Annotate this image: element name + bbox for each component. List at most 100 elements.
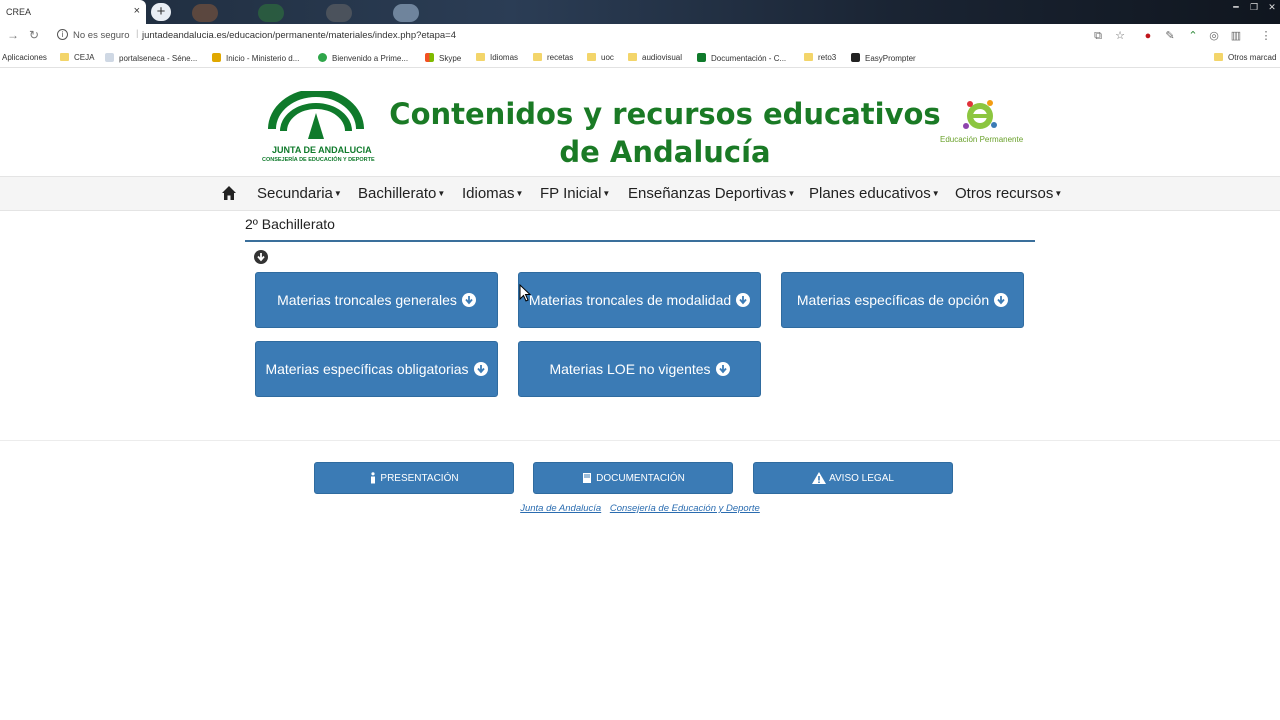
nav-item-planes-educativos[interactable]: Planes educativos▼ <box>809 185 940 202</box>
junta-icon <box>697 53 706 62</box>
footer-divider <box>0 440 1280 441</box>
tab-thumbnail-icon <box>393 4 419 22</box>
logo-line1: JUNTA DE ANDALUCIA <box>272 145 372 155</box>
bookmark-star-icon[interactable]: ☆ <box>1114 30 1126 42</box>
nav-item-secundaria[interactable]: Secundaria▼ <box>257 185 342 202</box>
title-underline <box>245 240 1035 242</box>
documentacion-button[interactable]: DOCUMENTACIÓN <box>533 462 733 494</box>
separator: | <box>136 28 139 39</box>
tab-title: CREA <box>6 7 32 17</box>
footer-links: Junta de Andalucía Consejería de Educaci… <box>0 503 1280 514</box>
materias-troncales-modalidad-button[interactable]: Materias troncales de modalidad <box>518 272 761 328</box>
bookmark-item[interactable]: Otros marcad <box>1214 53 1276 62</box>
arrow-down-circle-icon <box>994 293 1009 307</box>
folder-icon <box>60 53 69 61</box>
folder-icon <box>1214 53 1223 61</box>
arrow-down-circle-icon <box>473 362 488 376</box>
page-icon <box>105 53 114 62</box>
warning-icon <box>812 472 827 484</box>
extension-icon[interactable]: ⌃ <box>1187 30 1199 42</box>
tab-close-icon[interactable]: × <box>134 5 140 17</box>
book-icon <box>583 473 592 483</box>
site-header: JUNTA DE ANDALUCIA CONSEJERÍA DE EDUCACI… <box>0 69 1280 177</box>
home-icon[interactable] <box>221 185 237 201</box>
bookmark-item[interactable]: portalseneca - Séne... <box>105 53 197 63</box>
info-icon <box>371 472 376 484</box>
ministry-icon <box>212 53 221 62</box>
junta-andalucia-link[interactable]: Junta de Andalucía <box>520 503 601 514</box>
bookmark-item[interactable]: Skype <box>425 53 461 63</box>
caret-down-icon: ▼ <box>515 189 524 198</box>
logo-line2: CONSEJERÍA DE EDUCACIÓN Y DEPORTE <box>262 157 375 163</box>
tab-thumbnail-icon <box>192 4 218 22</box>
new-tab-button[interactable]: + <box>151 3 171 21</box>
translate-icon[interactable]: ⧉ <box>1092 30 1104 42</box>
main-navbar: Secundaria▼ Bachillerato▼ Idiomas▼ FP In… <box>0 176 1280 211</box>
windows-icon <box>425 53 434 62</box>
materias-especificas-opcion-button[interactable]: Materias específicas de opción <box>781 272 1024 328</box>
presentacion-button[interactable]: PRESENTACIÓN <box>314 462 514 494</box>
nav-item-fp-inicial[interactable]: FP Inicial▼ <box>540 185 610 202</box>
bookmark-item[interactable]: Aplicaciones <box>2 53 47 62</box>
site-title-line2: de Andalucía <box>559 135 771 169</box>
folder-icon <box>476 53 485 61</box>
site-title: Contenidos y recursos educativos de Anda… <box>380 95 950 171</box>
bookmark-item[interactable]: EasyPrompter <box>851 53 916 63</box>
arrow-down-circle-icon[interactable] <box>254 250 268 264</box>
bookmark-item[interactable]: reto3 <box>804 53 836 62</box>
close-window-icon[interactable]: ✕ <box>1264 2 1280 12</box>
menu-icon[interactable]: ⋮ <box>1260 30 1272 42</box>
arrow-down-circle-icon <box>461 293 476 307</box>
security-label[interactable]: No es seguro <box>73 30 130 41</box>
bookmark-item[interactable]: Documentación - C... <box>697 53 786 63</box>
arrow-down-circle-icon <box>715 362 730 376</box>
materias-loe-no-vigentes-button[interactable]: Materias LOE no vigentes <box>518 341 761 397</box>
bookmarks-bar: Aplicaciones CEJA portalseneca - Séne...… <box>0 48 1280 68</box>
caret-down-icon: ▼ <box>931 189 940 198</box>
browser-tab[interactable]: CREA × <box>0 0 146 24</box>
bookmark-item[interactable]: uoc <box>587 53 614 62</box>
materias-troncales-generales-button[interactable]: Materias troncales generales <box>255 272 498 328</box>
bookmark-item[interactable]: recetas <box>533 53 573 62</box>
tab-thumbnail-icon <box>326 4 352 22</box>
prime-icon <box>318 53 327 62</box>
eyedropper-icon[interactable]: ✎ <box>1164 30 1176 42</box>
caret-down-icon: ▼ <box>1054 189 1063 198</box>
ep-logo-text: Educación Permanente <box>940 135 1024 144</box>
reload-icon[interactable]: ↻ <box>29 28 39 42</box>
nav-item-idiomas[interactable]: Idiomas▼ <box>462 185 523 202</box>
extension-icon[interactable]: ▥ <box>1230 30 1242 42</box>
folder-icon <box>804 53 813 61</box>
tab-thumbnail-icon <box>258 4 284 22</box>
forward-icon[interactable]: → <box>7 28 19 42</box>
bookmark-item[interactable]: CEJA <box>60 53 94 62</box>
address-bar[interactable]: i No es seguro | juntadeandalucia.es/edu… <box>52 26 1132 46</box>
bookmark-item[interactable]: Inicio - Ministerio d... <box>212 53 299 63</box>
info-icon[interactable]: i <box>57 29 68 40</box>
browser-toolbar: → ↻ i No es seguro | juntadeandalucia.es… <box>0 24 1280 48</box>
bookmark-item[interactable]: Bienvenido a Prime... <box>318 53 408 63</box>
aviso-legal-button[interactable]: AVISO LEGAL <box>753 462 953 494</box>
caret-down-icon: ▼ <box>602 189 611 198</box>
materias-especificas-obligatorias-button[interactable]: Materias específicas obligatorias <box>255 341 498 397</box>
site-title-line1: Contenidos y recursos educativos <box>389 97 941 131</box>
nav-item-ensenanzas-deportivas[interactable]: Enseñanzas Deportivas▼ <box>628 185 795 202</box>
restore-icon[interactable]: ❐ <box>1246 2 1262 12</box>
page-title: 2º Bachillerato <box>245 216 335 232</box>
folder-icon <box>587 53 596 61</box>
mouse-cursor-icon <box>519 284 531 302</box>
caret-down-icon: ▼ <box>333 189 342 198</box>
browser-tabstrip: CREA × + ━ ❐ ✕ <box>0 0 1280 24</box>
extension-icon[interactable]: ◎ <box>1208 30 1220 42</box>
prompter-icon <box>851 53 860 62</box>
url-text[interactable]: juntadeandalucia.es/educacion/permanente… <box>142 30 456 41</box>
bookmark-item[interactable]: Idiomas <box>476 53 518 62</box>
nav-item-bachillerato[interactable]: Bachillerato▼ <box>358 185 445 202</box>
bookmark-item[interactable]: audiovisual <box>628 53 682 62</box>
opera-icon[interactable]: ● <box>1142 30 1154 42</box>
caret-down-icon: ▼ <box>437 189 446 198</box>
nav-item-otros-recursos[interactable]: Otros recursos▼ <box>955 185 1062 202</box>
minimize-icon[interactable]: ━ <box>1228 2 1244 12</box>
arrow-down-circle-icon <box>736 293 751 307</box>
consejeria-link[interactable]: Consejería de Educación y Deporte <box>610 503 760 514</box>
